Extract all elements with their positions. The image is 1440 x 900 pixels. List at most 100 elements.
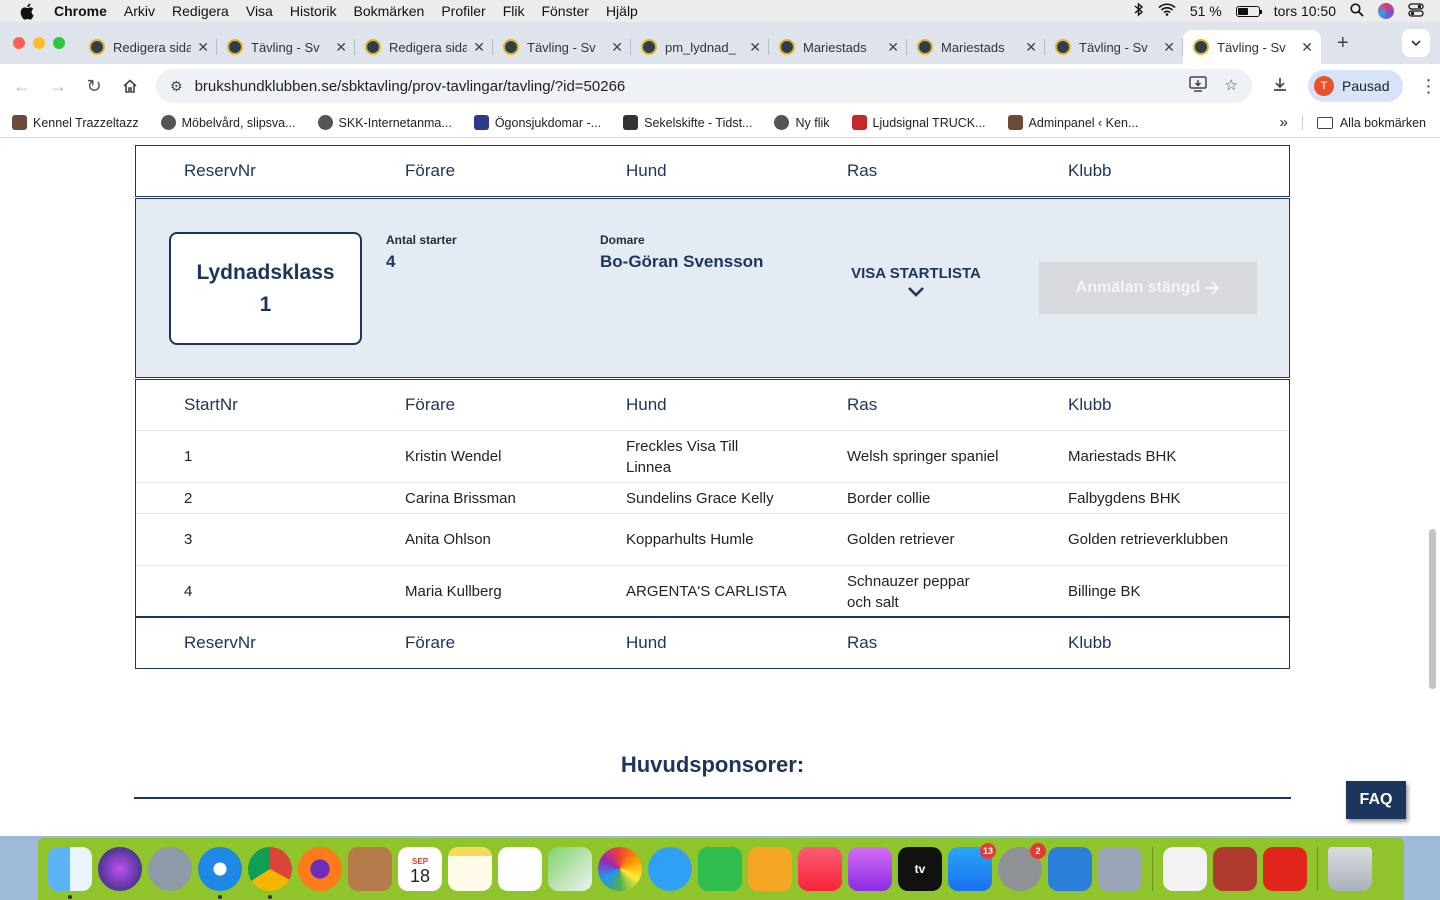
new-tab-button[interactable]: + — [1337, 32, 1349, 55]
bookmark-item[interactable]: Ny flik — [774, 115, 830, 130]
all-bookmarks-button[interactable]: Alla bokmärken — [1301, 115, 1426, 130]
divider — [134, 797, 1291, 799]
cell-forare: Anita Ohlson — [405, 531, 491, 548]
close-tab-icon[interactable]: ✕ — [611, 39, 623, 56]
class-name-box: Lydnadsklass 1 — [169, 232, 362, 345]
menu-profiler[interactable]: Profiler — [441, 3, 485, 19]
apple-tv-icon[interactable]: tv — [898, 847, 942, 891]
install-app-icon[interactable] — [1188, 76, 1207, 96]
faq-button[interactable]: FAQ — [1346, 781, 1406, 819]
close-tab-icon[interactable]: ✕ — [749, 39, 761, 56]
tab-8-active[interactable]: Tävling - Sv ✕ — [1183, 30, 1321, 64]
back-button[interactable]: ← — [4, 76, 40, 97]
siri-app-icon[interactable] — [98, 847, 142, 891]
tab-4[interactable]: pm_lydnad_ ✕ — [631, 30, 769, 64]
minimize-window-button[interactable] — [33, 37, 45, 49]
tab-3[interactable]: Tävling - Sv ✕ — [493, 30, 631, 64]
reload-button[interactable]: ↻ — [76, 76, 112, 97]
messages-icon[interactable] — [648, 847, 692, 891]
tab-7[interactable]: Tävling - Sv ✕ — [1045, 30, 1183, 64]
close-tab-icon[interactable]: ✕ — [197, 39, 209, 56]
bookmark-item[interactable]: Adminpanel ‹ Ken... — [1007, 115, 1138, 130]
close-tab-icon[interactable]: ✕ — [1025, 39, 1037, 56]
close-window-button[interactable] — [13, 37, 25, 49]
profile-button[interactable]: T Pausad — [1308, 70, 1404, 102]
close-tab-icon[interactable]: ✕ — [335, 39, 347, 56]
tab-1[interactable]: Tävling - Sv ✕ — [217, 30, 355, 64]
bookmark-item[interactable]: Möbelvård, slipsva... — [160, 115, 296, 130]
safari-icon[interactable] — [198, 847, 242, 899]
visa-startlista-button[interactable]: VISA STARTLISTA — [846, 265, 986, 297]
battery-icon[interactable] — [1235, 5, 1262, 17]
downloads-icon[interactable] — [1272, 76, 1288, 97]
calendar-icon[interactable]: SEP 18 — [398, 847, 442, 891]
clock[interactable]: tors 10:50 — [1274, 3, 1336, 19]
tab-0[interactable]: Redigera sida ✕ — [79, 30, 217, 64]
control-center-icon[interactable] — [1408, 2, 1424, 20]
menu-flik[interactable]: Flik — [503, 3, 525, 19]
menu-visa[interactable]: Visa — [246, 3, 273, 19]
trash-icon[interactable] — [1328, 847, 1372, 891]
cell-klubb: Mariestads BHK — [1068, 448, 1177, 465]
bookmark-item[interactable]: Kennel Trazzeltazz — [12, 115, 139, 130]
page-scrollbar[interactable] — [1429, 529, 1436, 689]
more-bookmarks-icon[interactable]: » — [1280, 114, 1288, 131]
bookmark-item[interactable]: Sekelskifte - Tidst... — [623, 115, 752, 130]
system-settings-icon[interactable]: 2 — [998, 843, 1046, 891]
home-button[interactable] — [112, 78, 148, 94]
tab-5[interactable]: Mariestads ✕ — [769, 30, 907, 64]
music-icon[interactable] — [798, 847, 842, 891]
maps-icon[interactable] — [548, 847, 592, 891]
contacts-icon[interactable] — [348, 847, 392, 891]
menu-redigera[interactable]: Redigera — [172, 3, 229, 19]
preview-icon[interactable] — [1098, 847, 1142, 891]
apple-icon[interactable] — [20, 3, 40, 20]
podcasts-icon[interactable] — [848, 847, 892, 891]
antal-starter: Antal starter 4 — [386, 233, 457, 272]
menu-historik[interactable]: Historik — [290, 3, 337, 19]
col-reservnr: ReservNr — [184, 161, 256, 180]
tab-2[interactable]: Redigera sida ✕ — [355, 30, 493, 64]
tab-search-button[interactable] — [1402, 29, 1430, 57]
menu-bokmarken[interactable]: Bokmärken — [354, 3, 425, 19]
menu-app-name[interactable]: Chrome — [54, 3, 107, 19]
reserve-table: ReservNr Förare Hund Ras Klubb — [135, 617, 1290, 669]
firefox-icon[interactable] — [298, 847, 342, 891]
facetime-icon[interactable] — [698, 847, 742, 891]
app-store-icon[interactable]: 13 — [948, 843, 996, 891]
siri-icon[interactable] — [1378, 3, 1394, 19]
menu-arkiv[interactable]: Arkiv — [124, 3, 155, 19]
reminders-icon[interactable] — [498, 847, 542, 891]
close-tab-icon[interactable]: ✕ — [1163, 39, 1175, 56]
close-tab-icon[interactable]: ✕ — [473, 39, 485, 56]
bookmark-item[interactable]: SKK-Internetanma... — [317, 115, 452, 130]
notes-icon[interactable] — [448, 847, 492, 891]
close-tab-icon[interactable]: ✕ — [887, 39, 899, 56]
acrobat-icon[interactable] — [1263, 847, 1307, 891]
network-utility-icon[interactable] — [1048, 847, 1092, 891]
tab-6[interactable]: Mariestads ✕ — [907, 30, 1045, 64]
url-text[interactable]: brukshundklubben.se/sbktavling/prov-tavl… — [195, 78, 626, 95]
wifi-icon[interactable] — [1158, 3, 1176, 19]
photos-icon[interactable] — [598, 847, 642, 891]
site-info-icon[interactable]: ⚙ — [170, 78, 183, 95]
anmalan-stangd-button[interactable]: Anmälan stängd — [1039, 262, 1257, 314]
more-options-icon[interactable]: ⋮ — [1419, 76, 1437, 97]
bookmark-item[interactable]: Ljudsignal TRUCK... — [851, 115, 986, 130]
launchpad-icon[interactable] — [148, 847, 192, 891]
menu-hjalp[interactable]: Hjälp — [606, 3, 638, 19]
bookmark-star-icon[interactable]: ☆ — [1225, 76, 1238, 96]
bookmark-item[interactable]: Ögonsjukdomar -... — [473, 115, 601, 130]
bluetooth-icon[interactable] — [1134, 2, 1144, 20]
pages-icon[interactable] — [748, 847, 792, 891]
address-bar[interactable]: ⚙ brukshundklubben.se/sbktavling/prov-ta… — [156, 69, 1252, 103]
menu-fonster[interactable]: Fönster — [541, 3, 588, 19]
close-tab-icon[interactable]: ✕ — [1301, 39, 1313, 56]
textedit-icon[interactable] — [1163, 847, 1207, 891]
spotlight-icon[interactable] — [1350, 2, 1364, 20]
finder-icon[interactable] — [48, 847, 92, 899]
maximize-window-button[interactable] — [53, 37, 65, 49]
chrome-icon[interactable] — [248, 847, 292, 899]
photo-booth-icon[interactable] — [1213, 847, 1257, 891]
forward-button[interactable]: → — [40, 76, 76, 97]
